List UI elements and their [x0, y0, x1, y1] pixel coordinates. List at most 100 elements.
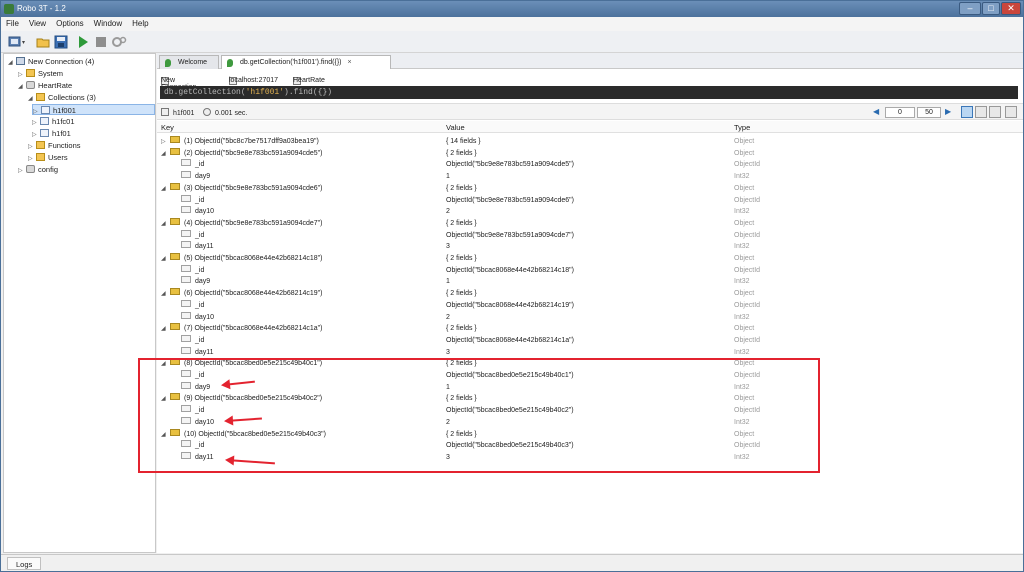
column-key[interactable]: Key [161, 123, 174, 132]
tree-view-icon[interactable] [961, 106, 973, 118]
field-row[interactable]: day9 1 Int32 [157, 276, 1023, 287]
execute-icon[interactable] [76, 35, 90, 49]
field-row[interactable]: _id ObjectId("5bcac8068e44e42b68214c18") O… [157, 264, 1023, 276]
expand-arrow-icon[interactable]: ▷ [161, 137, 170, 148]
tree-item-users[interactable]: ▷ Users [28, 152, 68, 163]
collapse-arrow-icon[interactable]: ◢ [18, 82, 26, 93]
field-row[interactable]: day10 2 Int32 [157, 206, 1023, 217]
tree-item-collections[interactable]: ◢ Collections (3) [28, 92, 96, 103]
tree-item-system[interactable]: ▷ System [18, 68, 63, 79]
field-row[interactable]: _id ObjectId("5bcac8bed0e5e215c49b40c3") O… [157, 440, 1023, 451]
field-row[interactable]: _id ObjectId("5bcac8068e44e42b68214c19") O… [157, 299, 1023, 311]
page-start-input[interactable]: 0 [885, 107, 915, 118]
field-row[interactable]: day11 3 Int32 [157, 451, 1023, 463]
main-toolbar [1, 31, 1023, 53]
row-value: 3 [446, 348, 450, 356]
expand-arrow-icon[interactable]: ▷ [18, 166, 26, 177]
document-row[interactable]: ◢ (8) ObjectId("5bcac8bed0e5e215c49b40c1"… [157, 358, 1023, 369]
collapse-arrow-icon[interactable]: ◢ [161, 149, 170, 160]
next-page-icon[interactable]: ▶ [945, 107, 951, 116]
logs-tab[interactable]: Logs [7, 557, 42, 570]
title-bar[interactable]: Robo 3T - 1.2 – □ ✕ [1, 1, 1023, 17]
collapse-arrow-icon[interactable]: ◢ [161, 324, 170, 335]
page-size-input[interactable]: 50 [917, 107, 941, 118]
document-row[interactable]: ◢ (3) ObjectId("5bc9e8e783bc591a9094cde6"… [157, 182, 1023, 195]
field-row[interactable]: _id ObjectId("5bc9e8e783bc591a9094cde6") O… [157, 194, 1023, 206]
settings-gear-icon[interactable] [111, 35, 127, 49]
row-type: Object [734, 325, 755, 333]
document-row[interactable]: ◢ (6) ObjectId("5bcac8068e44e42b68214c19"… [157, 288, 1023, 299]
maximize-results-icon[interactable] [1005, 106, 1017, 118]
row-value: ObjectId("5bcac8bed0e5e215c49b40c3") [446, 442, 574, 450]
tree-item-label: HeartRate [38, 81, 73, 90]
connect-icon[interactable] [8, 35, 25, 49]
tree-item-label: h1fc01 [52, 117, 75, 126]
row-key-text: day9 [195, 383, 211, 391]
tree-item-label: h1f01 [52, 129, 71, 138]
menu-file[interactable]: File [1, 17, 24, 28]
field-row[interactable]: day11 3 Int32 [157, 346, 1023, 358]
maximize-button[interactable]: □ [982, 2, 1000, 15]
collapse-arrow-icon[interactable]: ◢ [161, 254, 170, 265]
document-row[interactable]: ◢ (2) ObjectId("5bc9e8e783bc591a9094cde5"… [157, 147, 1023, 160]
menu-options[interactable]: Options [51, 17, 89, 28]
document-row[interactable]: ◢ (5) ObjectId("5bcac8068e44e42b68214c18"… [157, 253, 1023, 264]
table-view-icon[interactable] [975, 106, 987, 118]
row-type: Int32 [734, 243, 750, 251]
collapse-arrow-icon[interactable]: ◢ [161, 359, 170, 370]
tab-query[interactable]: db.getCollection('h1f001').find({}) × [221, 55, 391, 69]
save-icon[interactable] [54, 35, 68, 49]
document-row[interactable]: ▷ (1) ObjectId("5bc8c7be7517dff9a03bea19"… [157, 136, 1023, 147]
collapse-arrow-icon[interactable]: ◢ [161, 289, 170, 300]
row-key: ◢ (3) ObjectId("5bc9e8e783bc591a9094cde6"… [161, 182, 322, 195]
column-value[interactable]: Value [446, 123, 465, 132]
document-row[interactable]: ◢ (7) ObjectId("5bcac8068e44e42b68214c1a"… [157, 323, 1023, 334]
tree-item-h1fc01[interactable]: ▷ h1fc01 [32, 116, 75, 127]
clock-icon [203, 108, 211, 116]
field-row[interactable]: _id ObjectId("5bcac8068e44e42b68214c1a") O… [157, 334, 1023, 346]
query-editor[interactable]: db.getCollection('h1f001').find({}) [160, 86, 1018, 99]
collapse-arrow-icon[interactable]: ◢ [161, 184, 170, 195]
stop-icon[interactable] [94, 35, 108, 49]
field-row[interactable]: day10 2 Int32 [157, 311, 1023, 323]
document-row[interactable]: ◢ (9) ObjectId("5bcac8bed0e5e215c49b40c2"… [157, 393, 1023, 404]
collapse-arrow-icon[interactable]: ◢ [161, 219, 170, 230]
field-row[interactable]: _id ObjectId("5bcac8bed0e5e215c49b40c2") O… [157, 405, 1023, 416]
document-row[interactable]: ◢ (4) ObjectId("5bc9e8e783bc591a9094cde7"… [157, 217, 1023, 230]
tree-item-functions[interactable]: ▷ Functions [28, 140, 81, 151]
document-icon [170, 217, 180, 225]
minimize-button[interactable]: – [959, 2, 981, 15]
tab-welcome[interactable]: Welcome [159, 55, 219, 69]
row-type: Object [734, 219, 755, 227]
column-type[interactable]: Type [734, 123, 750, 132]
close-tab-icon[interactable]: × [348, 59, 352, 66]
row-key-text: day11 [195, 348, 214, 356]
results-tree: ▷ (1) ObjectId("5bc8c7be7517dff9a03bea19"… [157, 134, 1023, 553]
prev-page-icon[interactable]: ◀ [873, 107, 879, 116]
tree-item-heartrate[interactable]: ◢ HeartRate [18, 80, 72, 91]
tree-item-h1f001[interactable]: ▷ h1f001 [32, 104, 155, 115]
field-row[interactable]: day9 1 Int32 [157, 171, 1023, 182]
menu-window[interactable]: Window [89, 17, 127, 28]
menu-view[interactable]: View [24, 17, 51, 28]
tree-item-h1f01[interactable]: ▷ h1f01 [32, 128, 71, 139]
collapse-arrow-icon[interactable]: ◢ [8, 58, 16, 69]
field-row[interactable]: day9 1 Int32 [157, 381, 1023, 393]
document-row[interactable]: ◢ (10) ObjectId("5bcac8bed0e5e215c49b40c3… [157, 428, 1023, 441]
field-row[interactable]: _id ObjectId("5bcac8bed0e5e215c49b40c1") O… [157, 370, 1023, 381]
tree-item-connection[interactable]: ◢ New Connection (4) [8, 56, 94, 67]
field-row[interactable]: _id ObjectId("5bc9e8e783bc591a9094cde5") O… [157, 159, 1023, 170]
field-row[interactable]: _id ObjectId("5bc9e8e783bc591a9094cde7") O… [157, 229, 1023, 241]
objectid-icon [181, 159, 191, 167]
collapse-arrow-icon[interactable]: ◢ [161, 394, 170, 405]
row-type: Int32 [734, 453, 750, 461]
tree-item-config[interactable]: ▷ config [18, 164, 58, 175]
field-row[interactable]: day10 2 Int32 [157, 416, 1023, 428]
menu-help[interactable]: Help [127, 17, 153, 28]
open-icon[interactable] [36, 35, 50, 49]
field-row[interactable]: day11 3 Int32 [157, 241, 1023, 252]
close-window-button[interactable]: ✕ [1001, 2, 1021, 15]
text-view-icon[interactable] [989, 106, 1001, 118]
collapse-arrow-icon[interactable]: ◢ [161, 430, 170, 441]
int32-icon [181, 171, 191, 179]
